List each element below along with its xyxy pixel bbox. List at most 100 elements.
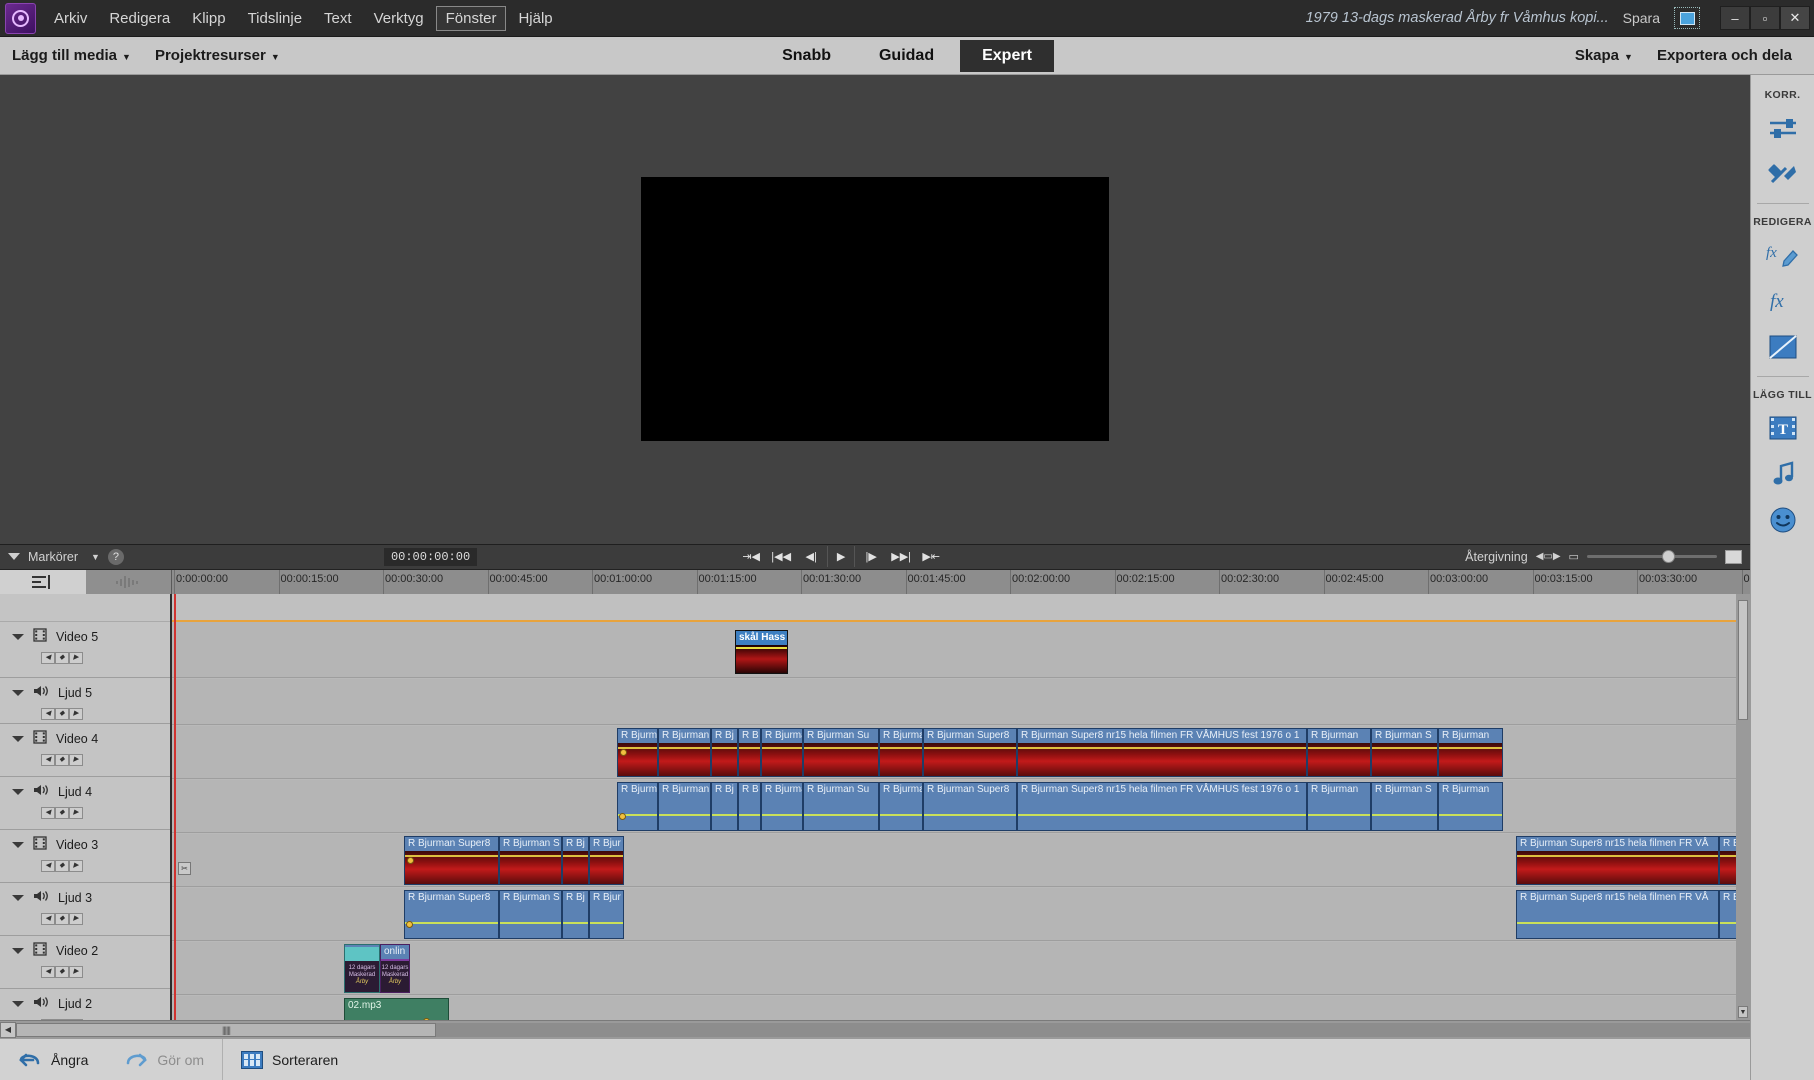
timeline-clip[interactable]: R Bjurman Super8 nr15 hela filmen FR VÅ xyxy=(1516,835,1719,885)
chevron-down-icon[interactable]: ▼ xyxy=(91,552,100,562)
menu-item-tidslinje[interactable]: Tidslinje xyxy=(238,6,312,31)
timeline-clip[interactable]: R Bjurman xyxy=(1307,727,1371,777)
sorter-button[interactable]: Sorteraren xyxy=(223,1039,356,1080)
keyframe-add-button[interactable]: ◆ xyxy=(55,1018,69,1020)
track-lane-ljud-5[interactable] xyxy=(172,678,1750,725)
timeline-clip[interactable]: onlin 12 dagars Maskerad Årby xyxy=(380,943,410,993)
keyframe-add-button[interactable]: ◆ xyxy=(55,707,69,720)
timeline-clip[interactable]: R Bjurman S xyxy=(1371,781,1438,831)
render-label[interactable]: Återgivning xyxy=(1465,550,1528,564)
volume-rubberband[interactable] xyxy=(1517,922,1718,924)
razor-marker-icon[interactable]: ✂ xyxy=(178,861,191,875)
menu-item-klipp[interactable]: Klipp xyxy=(182,6,235,31)
keyframe-next-button[interactable]: ▶ xyxy=(69,753,83,766)
track-expand-icon[interactable] xyxy=(12,690,24,696)
track-expand-icon[interactable] xyxy=(12,895,24,901)
track-header-ljud-2[interactable]: Ljud 2 ◀◆▶ xyxy=(0,989,170,1020)
question-mark-icon[interactable]: ? xyxy=(107,548,124,565)
save-button[interactable]: Spara xyxy=(1623,10,1660,26)
zoom-max-icon[interactable] xyxy=(1724,549,1742,564)
keyframe-add-button[interactable]: ◆ xyxy=(55,965,69,978)
keyframe-add-button[interactable]: ◆ xyxy=(55,651,69,664)
timeline-clip[interactable]: R Bj xyxy=(711,727,738,777)
keyframe-next-button[interactable]: ▶ xyxy=(69,859,83,872)
current-timecode[interactable]: 00:00:00:00 xyxy=(383,547,478,566)
timeline-clip[interactable]: R Bjurman Super8 xyxy=(923,727,1017,777)
fit-width-icon[interactable]: ◀▭▶ xyxy=(1536,551,1561,562)
timeline-clip[interactable]: R Bj xyxy=(562,889,589,939)
track-header-video-3[interactable]: Video 3 ◀ ◆ ▶ xyxy=(0,830,170,883)
track-lane-video-5[interactable] xyxy=(172,621,1750,678)
timeline-clip[interactable]: R Bjurma xyxy=(617,781,658,831)
timeline-vertical-scrollbar[interactable]: ▲ ▼ xyxy=(1736,593,1750,1020)
volume-rubberband[interactable] xyxy=(804,814,878,816)
step-back-frame-button[interactable]: ◀| xyxy=(797,546,825,567)
markers-expand-icon[interactable] xyxy=(8,553,20,560)
keyframe-next-button[interactable]: ▶ xyxy=(69,965,83,978)
timeline-clip[interactable]: R Bjurma xyxy=(617,727,658,777)
preview-screen[interactable] xyxy=(641,177,1109,442)
volume-rubberband[interactable] xyxy=(1372,814,1437,816)
step-forward-fast-button[interactable]: ▶▶| xyxy=(887,546,915,567)
volume-rubberband[interactable] xyxy=(1308,814,1370,816)
volume-rubberband[interactable] xyxy=(880,814,922,816)
timeline-clip[interactable]: R Bjurman Super8 xyxy=(404,889,499,939)
timeline-clip[interactable]: R Bjurman Super8 nr15 hela filmen FR VÅM… xyxy=(1017,781,1307,831)
timeline-clip[interactable]: 12 dagars Maskerad Årby xyxy=(344,943,380,993)
timeline-tool-clip-icon[interactable] xyxy=(0,569,86,594)
track-header-ljud-4[interactable]: Ljud 4 ◀ ◆ ▶ xyxy=(0,777,170,830)
menu-item-text[interactable]: Text xyxy=(314,6,362,31)
create-button[interactable]: Skapa ▼ xyxy=(1563,47,1645,64)
timeline-clip[interactable]: R Bjurman S xyxy=(1371,727,1438,777)
tools-wrench-icon[interactable] xyxy=(1763,154,1803,194)
timeline-clip[interactable]: R Bjurma xyxy=(761,727,803,777)
keyframe-next-button[interactable]: ▶ xyxy=(69,707,83,720)
scroll-down-button[interactable]: ▼ xyxy=(1738,1006,1748,1018)
volume-rubberband[interactable] xyxy=(563,922,588,924)
keyframe-next-button[interactable]: ▶ xyxy=(69,651,83,664)
keyframe-prev-button[interactable]: ◀ xyxy=(41,806,55,819)
timeline-clip[interactable]: R Bjurman Su xyxy=(803,727,879,777)
keyframe-handle[interactable] xyxy=(407,856,414,864)
playhead[interactable] xyxy=(174,593,176,1020)
keyframe-prev-button[interactable]: ◀ xyxy=(41,965,55,978)
timeline-clip[interactable]: R Bjurman xyxy=(658,727,711,777)
timeline-clip[interactable]: R Bj xyxy=(562,835,589,885)
gradient-square-icon[interactable] xyxy=(1763,327,1803,367)
track-header-video-2[interactable]: Video 2 ◀ ◆ ▶ xyxy=(0,936,170,989)
tab-expert[interactable]: Expert xyxy=(960,39,1054,72)
zoom-slider[interactable] xyxy=(1586,550,1717,564)
scroll-left-button[interactable]: ◀ xyxy=(0,1021,16,1038)
timeline-clip[interactable]: 02.mp3 xyxy=(344,997,449,1020)
tab-guidad[interactable]: Guidad xyxy=(857,40,956,72)
timeline-tool-audio-icon[interactable] xyxy=(86,570,172,594)
keyframe-prev-button[interactable]: ◀ xyxy=(41,707,55,720)
horizontal-scroll-thumb[interactable]: |||||| xyxy=(16,1022,436,1037)
keyframe-handle[interactable] xyxy=(619,812,626,820)
timeline-clip[interactable]: R Bjurman S xyxy=(499,889,562,939)
volume-rubberband[interactable] xyxy=(500,922,561,924)
keyframe-next-button[interactable]: ▶ xyxy=(69,912,83,925)
volume-rubberband[interactable] xyxy=(1018,814,1306,816)
track-expand-icon[interactable] xyxy=(12,634,24,640)
project-assets-button[interactable]: Projektresurser ▼ xyxy=(143,47,292,64)
keyframe-add-button[interactable]: ◆ xyxy=(55,753,69,766)
add-media-button[interactable]: Lägg till media ▼ xyxy=(0,47,143,64)
timeline-clip[interactable]: R Bjurman xyxy=(1438,727,1503,777)
volume-rubberband[interactable] xyxy=(762,814,802,816)
timeline-clip[interactable]: R Bjurman S xyxy=(499,835,562,885)
smiley-face-icon[interactable] xyxy=(1763,500,1803,540)
keyframe-prev-button[interactable]: ◀ xyxy=(41,1018,55,1020)
timeline-clip[interactable]: R Bjurman xyxy=(1438,781,1503,831)
adjustments-sliders-icon[interactable] xyxy=(1763,108,1803,148)
redo-button[interactable]: Gör om xyxy=(106,1039,222,1080)
timeline-clip[interactable]: R Bjur xyxy=(589,835,624,885)
track-header-video-4[interactable]: Video 4 ◀ ◆ ▶ xyxy=(0,724,170,777)
undo-button[interactable]: Ångra xyxy=(0,1039,106,1080)
track-lanes[interactable]: R BjurmaR BjurmanR BjR BR BjurmaR Bjurma… xyxy=(172,593,1750,1020)
track-expand-icon[interactable] xyxy=(12,1001,24,1007)
fit-screen-icon[interactable]: ▭ xyxy=(1569,550,1579,563)
timeline-clip[interactable]: R Bj xyxy=(711,781,738,831)
keyframe-prev-button[interactable]: ◀ xyxy=(41,859,55,872)
keyframe-handle[interactable] xyxy=(423,1018,430,1020)
